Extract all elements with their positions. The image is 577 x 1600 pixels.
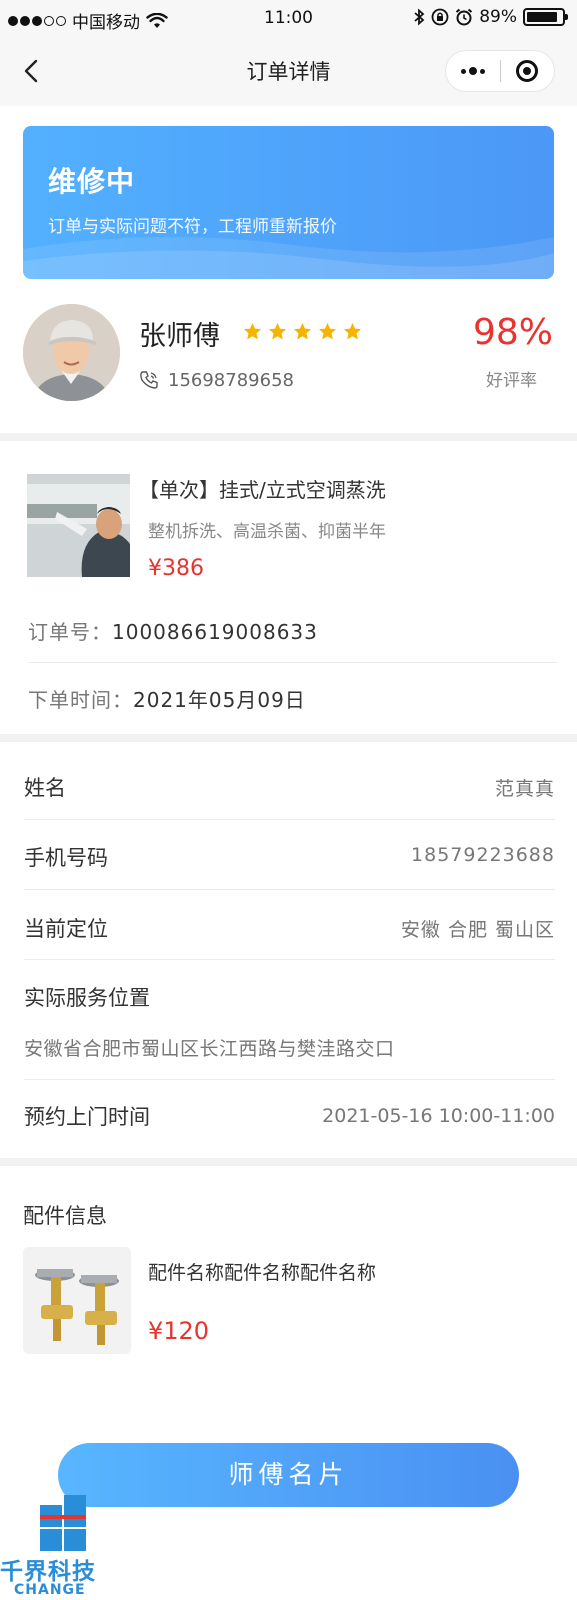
- battery-icon: [523, 8, 568, 26]
- star-icon: [318, 322, 337, 340]
- worker-phone[interactable]: 15698789658: [168, 370, 294, 391]
- positive-rate-label: 好评率: [486, 371, 537, 391]
- divider: [24, 889, 555, 890]
- lock-rotation-icon: [431, 8, 449, 26]
- status-description: 订单与实际问题不符，工程师重新报价: [48, 217, 337, 237]
- bluetooth-icon: [414, 8, 425, 26]
- star-icon: [268, 322, 287, 340]
- address-label: 实际服务位置: [24, 986, 150, 1010]
- status-bar: 中国移动 11:00 89%: [0, 0, 577, 36]
- divider: [24, 1079, 555, 1080]
- service-image: [27, 474, 130, 577]
- name-value: 范真真: [494, 778, 555, 800]
- order-number-label: 订单号：: [28, 620, 112, 644]
- phone-value: 18579223688: [411, 844, 555, 866]
- status-bar-right: 89%: [413, 7, 568, 27]
- divider: [28, 662, 558, 663]
- service-price: ¥386: [148, 556, 204, 581]
- watermark-text: 千界科技: [0, 1559, 96, 1585]
- part-image: [23, 1247, 131, 1354]
- order-time-label: 下单时间：: [28, 688, 133, 712]
- section-gap: [0, 1158, 577, 1166]
- part-price: ¥120: [148, 1317, 210, 1345]
- name-label: 姓名: [24, 776, 66, 800]
- mini-program-capsule: [445, 50, 555, 92]
- status-title: 维修中: [48, 165, 136, 198]
- appointment-label: 预约上门时间: [24, 1105, 150, 1129]
- appointment-value: 2021-05-16 10:00-11:00: [322, 1105, 555, 1127]
- worker-info: 张师傅 15698789658 98% 好评率: [0, 300, 577, 430]
- section-gap: [0, 433, 577, 441]
- divider: [24, 819, 555, 820]
- divider: [24, 959, 555, 960]
- service-subtitle: 整机拆洗、高温杀菌、抑菌半年: [148, 522, 386, 542]
- more-dots-icon[interactable]: [446, 67, 500, 75]
- order-time-row: 下单时间：2021年05月09日: [28, 684, 306, 713]
- alarm-icon: [456, 8, 473, 26]
- part-name: 配件名称配件名称配件名称: [148, 1262, 377, 1284]
- nav-bar: 订单详情: [0, 36, 577, 106]
- star-icon: [243, 322, 262, 340]
- order-number: 100086619008633: [112, 620, 318, 644]
- star-icon: [343, 322, 362, 340]
- phone-icon[interactable]: [139, 370, 159, 390]
- address-value: 安徽省合肥市蜀山区长江西路与樊洼路交口: [24, 1038, 395, 1060]
- parts-title: 配件信息: [23, 1204, 107, 1228]
- watermark-subtext: CHANGE: [14, 1582, 86, 1598]
- avatar[interactable]: [23, 304, 120, 401]
- target-close-icon[interactable]: [500, 60, 554, 82]
- repair-status-card: 维修中 订单与实际问题不符，工程师重新报价: [23, 126, 554, 279]
- star-icon: [293, 322, 312, 340]
- section-gap: [0, 734, 577, 742]
- worker-name: 张师傅: [139, 321, 220, 352]
- order-number-row: 订单号：100086619008633: [28, 616, 318, 645]
- order-time: 2021年05月09日: [133, 688, 306, 712]
- positive-rate-value: 98%: [472, 312, 553, 353]
- rating-stars: [243, 322, 362, 341]
- location-value: 安徽 合肥 蜀山区: [400, 919, 555, 941]
- battery-percent: 89%: [479, 7, 517, 27]
- phone-label: 手机号码: [24, 846, 108, 870]
- service-title: 【单次】挂式/立式空调蒸洗: [139, 478, 386, 502]
- location-label: 当前定位: [24, 917, 108, 941]
